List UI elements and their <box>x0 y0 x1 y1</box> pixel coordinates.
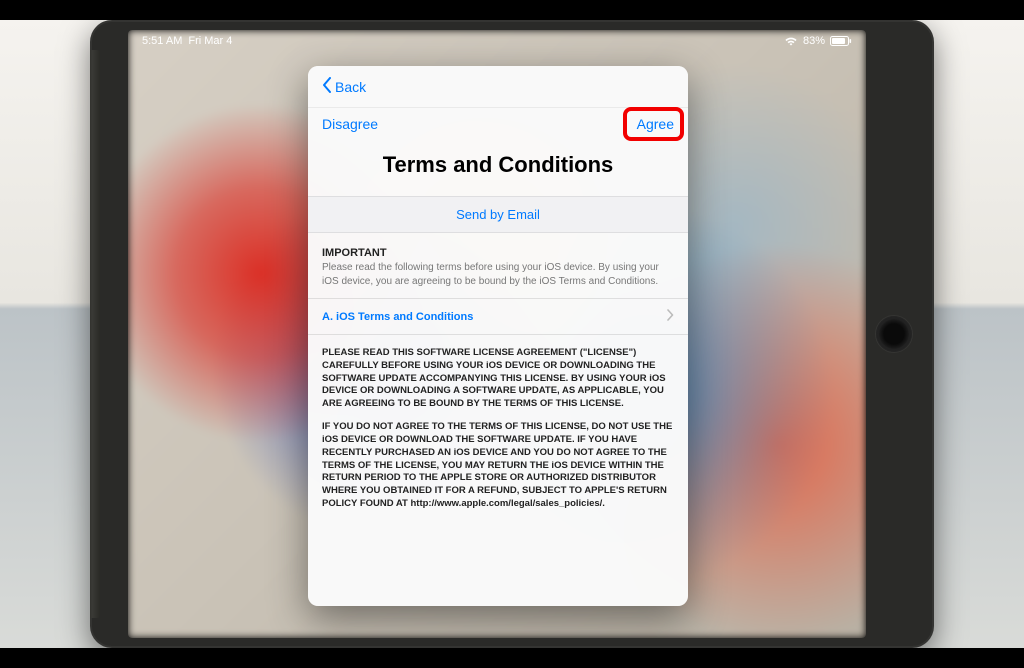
ipad-cover-edge <box>90 50 100 618</box>
chevron-right-icon <box>666 309 674 324</box>
letterbox-bottom <box>0 648 1024 668</box>
wifi-icon <box>784 36 798 46</box>
important-heading: IMPORTANT <box>322 247 674 259</box>
battery-icon <box>830 36 852 46</box>
important-body: Please read the following terms before u… <box>322 261 674 288</box>
status-time: 5:51 AM <box>142 35 182 47</box>
ios-terms-link[interactable]: A. iOS Terms and Conditions <box>308 298 688 335</box>
license-p1: PLEASE READ THIS SOFTWARE LICENSE AGREEM… <box>322 347 674 411</box>
back-button[interactable]: Back <box>322 77 366 96</box>
sheet-title: Terms and Conditions <box>308 140 688 196</box>
terms-sheet: Back Disagree Agree Terms and Conditions… <box>308 66 688 606</box>
agree-button[interactable]: Agree <box>637 116 674 132</box>
ipad-frame: 5:51 AM Fri Mar 4 83% Back <box>90 20 934 648</box>
status-right: 83% <box>784 35 852 47</box>
home-button[interactable] <box>876 316 912 352</box>
disagree-button[interactable]: Disagree <box>322 116 378 132</box>
ipad-screen: 5:51 AM Fri Mar 4 83% Back <box>128 30 866 638</box>
license-p2: IF YOU DO NOT AGREE TO THE TERMS OF THIS… <box>322 421 674 511</box>
important-block: IMPORTANT Please read the following term… <box>308 233 688 298</box>
chevron-left-icon <box>322 77 332 96</box>
status-left: 5:51 AM Fri Mar 4 <box>142 35 232 47</box>
send-by-email-button[interactable]: Send by Email <box>308 196 688 233</box>
letterbox-top <box>0 0 1024 20</box>
status-battery-pct: 83% <box>803 35 825 47</box>
nav-bar: Back <box>308 66 688 108</box>
action-row: Disagree Agree <box>308 108 688 140</box>
status-bar: 5:51 AM Fri Mar 4 83% <box>128 30 866 52</box>
section-link-label: A. iOS Terms and Conditions <box>322 311 473 323</box>
back-label: Back <box>335 79 366 95</box>
status-date: Fri Mar 4 <box>188 35 232 47</box>
license-text: PLEASE READ THIS SOFTWARE LICENSE AGREEM… <box>308 335 688 533</box>
